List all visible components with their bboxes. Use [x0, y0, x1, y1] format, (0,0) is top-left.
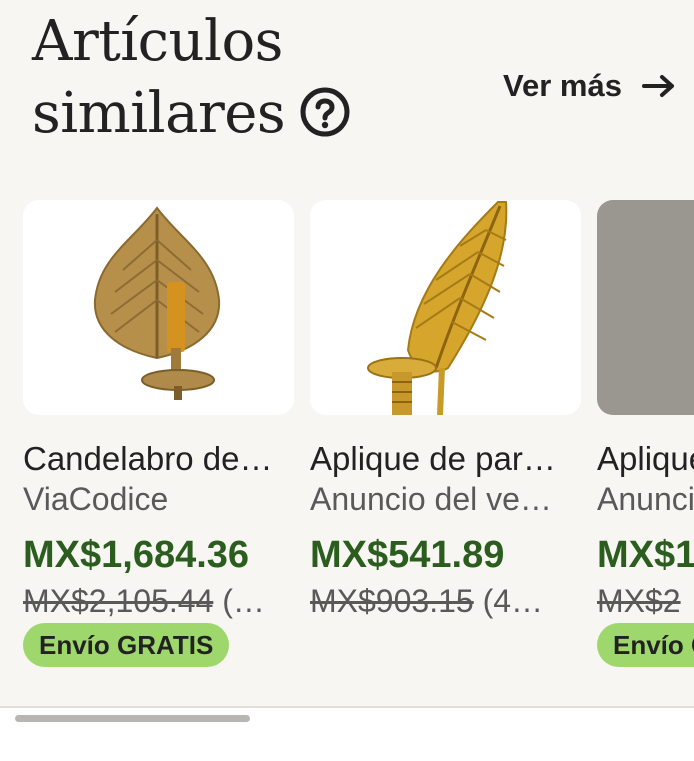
product-title[interactable]: Candelabro de…	[23, 439, 294, 479]
product-title[interactable]: Aplique de par…	[310, 439, 581, 479]
product-card[interactable]: Candelabro de… ViaCodice MX$1,684.36 MX$…	[23, 200, 294, 667]
product-carousel[interactable]: Candelabro de… ViaCodice MX$1,684.36 MX$…	[23, 200, 694, 667]
product-original-price: MX$2	[597, 583, 681, 619]
leaf-candelabra-illustration	[93, 206, 221, 400]
product-price: MX$541.89	[310, 534, 505, 576]
product-card[interactable]: Aplique de par… Anuncio del ve… MX$541.8…	[310, 200, 581, 667]
section-title: Artículos similares	[32, 6, 392, 150]
section-divider	[0, 706, 694, 708]
section-title-line-2: similares	[32, 78, 392, 150]
product-image[interactable]	[597, 200, 694, 415]
see-more-link[interactable]: Ver más	[503, 66, 676, 106]
product-original-price: MX$903.15	[310, 583, 474, 619]
see-more-label: Ver más	[503, 68, 622, 103]
free-shipping-badge: Envío GRATIS	[23, 623, 230, 667]
product-price: MX$1	[597, 534, 694, 576]
carousel-scrollbar[interactable]	[15, 715, 250, 722]
product-seller: Anuncio del vendedor	[597, 481, 694, 517]
section-title-line-1: Artículos	[32, 9, 283, 74]
product-discount: (…	[222, 583, 265, 619]
arrow-right-icon	[641, 75, 674, 97]
product-image[interactable]	[23, 200, 294, 415]
product-original-price-row: MX$903.15 (4…	[310, 581, 581, 621]
product-image[interactable]	[310, 200, 581, 415]
section-title-line-2-text: similares	[32, 81, 286, 146]
leaf-wall-sconce-illustration	[367, 201, 508, 415]
product-card[interactable]: Aplique de pared Anuncio del vendedor MX…	[597, 200, 694, 667]
product-title[interactable]: Aplique de pared	[597, 439, 694, 479]
similar-items-section: Artículos similares Ver más Candelabro d…	[0, 0, 694, 708]
question-circle-icon[interactable]	[299, 84, 351, 136]
product-original-price-row: MX$2,105.44 (…	[23, 581, 294, 621]
product-price: MX$1,684.36	[23, 534, 250, 576]
free-shipping-badge: Envío GRATIS	[597, 623, 694, 667]
product-original-price-row: MX$2	[597, 581, 694, 621]
product-discount: (4…	[482, 583, 544, 619]
product-original-price: MX$2,105.44	[23, 583, 214, 619]
product-seller: Anuncio del ve…	[310, 481, 552, 517]
product-seller: ViaCodice	[23, 481, 169, 517]
